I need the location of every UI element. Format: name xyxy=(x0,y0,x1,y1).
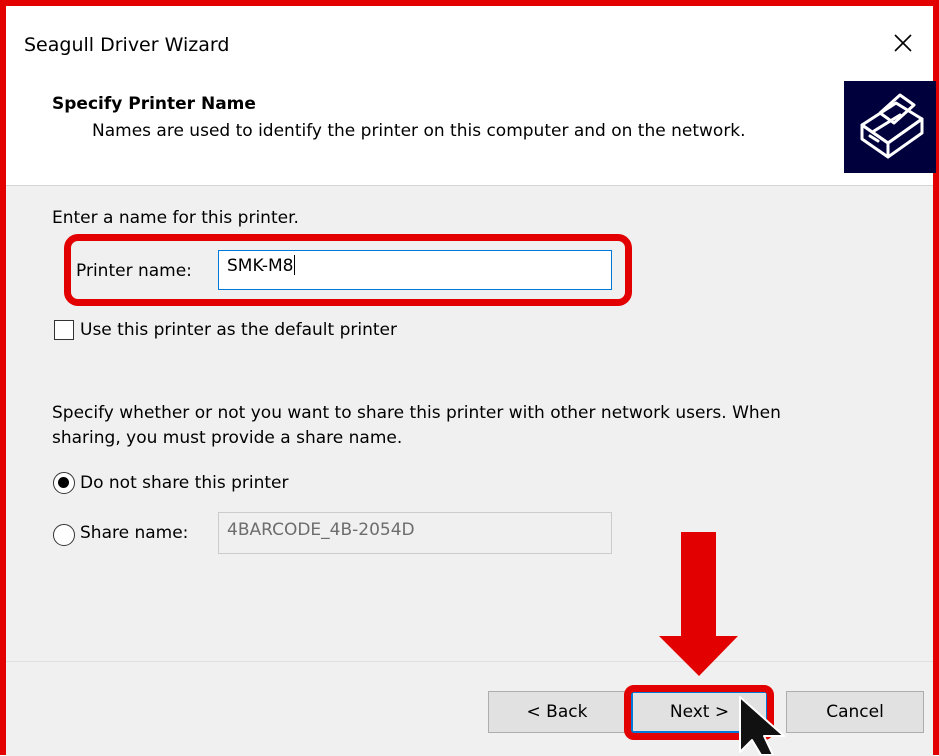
share-name-label[interactable]: Share name: xyxy=(80,523,188,543)
share-description-line2: sharing, you must provide a share name. xyxy=(52,428,403,448)
name-prompt: Enter a name for this printer. xyxy=(52,208,299,228)
back-button[interactable]: < Back xyxy=(488,691,626,733)
window-title: Seagull Driver Wizard xyxy=(24,34,230,56)
do-not-share-radio[interactable] xyxy=(53,472,75,494)
share-name-radio[interactable] xyxy=(53,524,75,546)
printer-name-value: SMK-M8 xyxy=(227,256,294,276)
next-button[interactable]: Next > xyxy=(631,691,768,733)
printer-icon xyxy=(844,81,936,173)
share-description-line1: Specify whether or not you want to share… xyxy=(52,403,781,423)
close-button[interactable] xyxy=(873,6,933,80)
wizard-header: Specify Printer Name Names are used to i… xyxy=(6,80,936,186)
default-printer-checkbox[interactable] xyxy=(54,320,74,340)
page-title: Specify Printer Name xyxy=(52,94,256,114)
printer-name-input[interactable]: SMK-M8 xyxy=(218,250,612,290)
share-name-input[interactable]: 4BARCODE_4B-2054D xyxy=(218,512,612,554)
default-printer-label[interactable]: Use this printer as the default printer xyxy=(80,320,397,340)
page-subtitle: Names are used to identify the printer o… xyxy=(92,121,746,141)
do-not-share-label[interactable]: Do not share this printer xyxy=(80,473,288,493)
cancel-button[interactable]: Cancel xyxy=(786,691,924,733)
close-icon xyxy=(894,34,912,52)
printer-name-label: Printer name: xyxy=(76,261,192,281)
share-name-value: 4BARCODE_4B-2054D xyxy=(227,520,415,540)
text-caret xyxy=(294,255,296,275)
title-bar: Seagull Driver Wizard xyxy=(6,6,933,80)
